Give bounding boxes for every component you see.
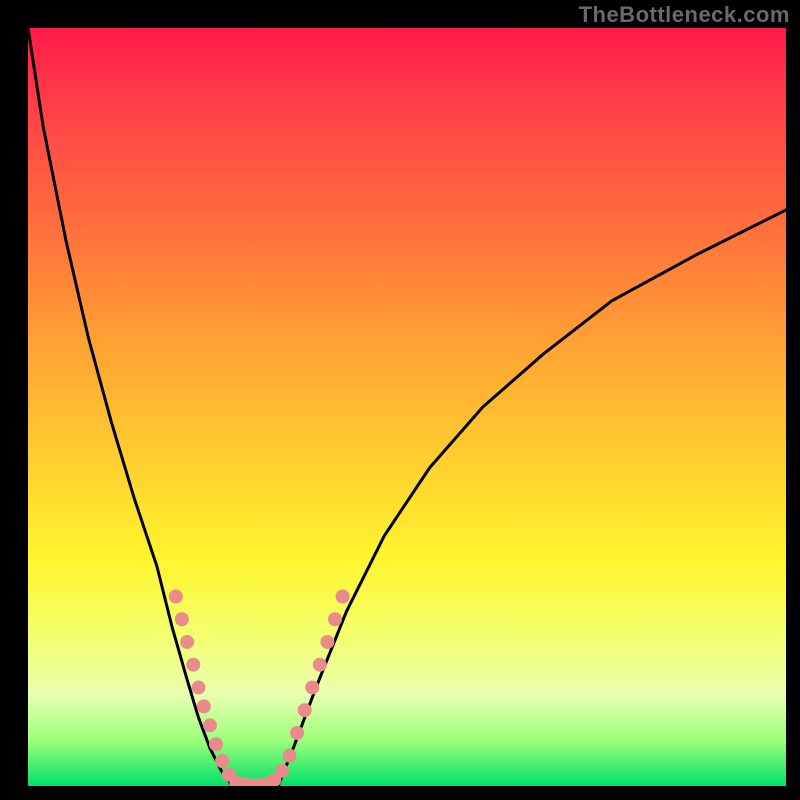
marker-dot [197, 699, 211, 713]
curve-path [28, 28, 786, 786]
marker-dot [186, 658, 200, 672]
marker-dot [203, 718, 217, 732]
marker-dot [320, 635, 334, 649]
outer-frame: TheBottleneck.com [0, 0, 800, 800]
marker-dot [215, 754, 229, 768]
marker-dot [328, 612, 342, 626]
marker-dot [336, 590, 350, 604]
watermark-text: TheBottleneck.com [579, 2, 790, 28]
marker-dot [290, 726, 304, 740]
marker-dot [169, 590, 183, 604]
bottleneck-curve [28, 28, 786, 786]
marker-dot [209, 737, 223, 751]
marker-dot [313, 658, 327, 672]
marker-dot [275, 764, 289, 778]
marker-dot [180, 635, 194, 649]
marker-dot [305, 680, 319, 694]
chart-overlay [28, 28, 786, 786]
marker-dot [283, 749, 297, 763]
marker-dot [298, 703, 312, 717]
marker-dot [175, 612, 189, 626]
marker-dot [192, 680, 206, 694]
marker-dots [169, 590, 350, 787]
